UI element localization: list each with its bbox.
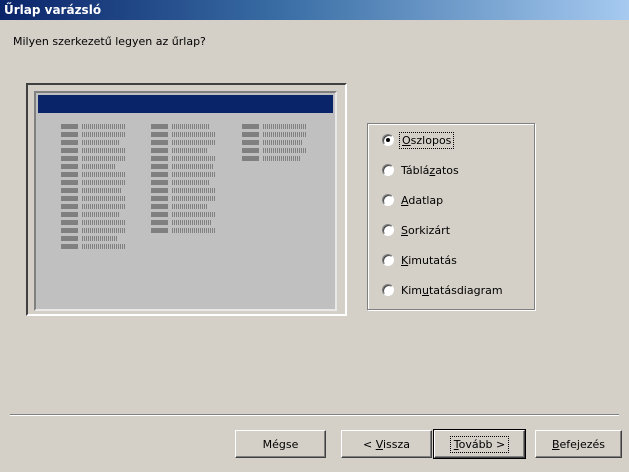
next-button[interactable]: Tovább > [433, 429, 526, 459]
option-label: Kimutatásdiagram [401, 283, 503, 297]
option-label: Adatlap [401, 193, 444, 207]
option-kimutatas[interactable]: Kimutatás [382, 252, 457, 268]
finish-button[interactable]: Befejezés [535, 430, 622, 458]
layout-question-label: Milyen szerkezetű legyen az űrlap? [13, 35, 206, 48]
option-kimutatasdiagram[interactable]: Kimutatásdiagram [382, 282, 503, 298]
preview-frame [34, 91, 337, 311]
option-sorkizart[interactable]: Sorkizárt [382, 222, 450, 238]
radio-adatlap[interactable] [382, 194, 394, 206]
back-button[interactable]: < Vissza [341, 430, 432, 458]
option-label: Táblázatos [401, 163, 459, 177]
option-tablazatos[interactable]: Táblázatos [382, 162, 459, 178]
window-title: Űrlap varázsló [4, 3, 102, 17]
option-label: Kimutatás [401, 253, 457, 267]
radio-tablazatos[interactable] [382, 164, 394, 176]
title-bar[interactable]: Űrlap varázsló [0, 0, 629, 20]
option-adatlap[interactable]: Adatlap [382, 192, 443, 208]
cancel-button[interactable]: Mégse [235, 430, 326, 458]
option-oszlopos[interactable]: Oszlopos [382, 131, 455, 149]
radio-oszlopos[interactable] [382, 134, 394, 146]
preview-form-header [38, 95, 333, 113]
radio-kimutatasdiagram[interactable] [382, 284, 394, 296]
layout-option-group: Oszlopos Táblázatos Adatlap Sorkizárt Ki… [367, 123, 535, 310]
option-label: Sorkizárt [401, 223, 451, 237]
layout-preview [26, 83, 347, 316]
radio-sorkizart[interactable] [382, 224, 394, 236]
radio-kimutatas[interactable] [382, 254, 394, 266]
button-separator [10, 414, 619, 416]
option-label: Oszlopos [398, 131, 455, 149]
